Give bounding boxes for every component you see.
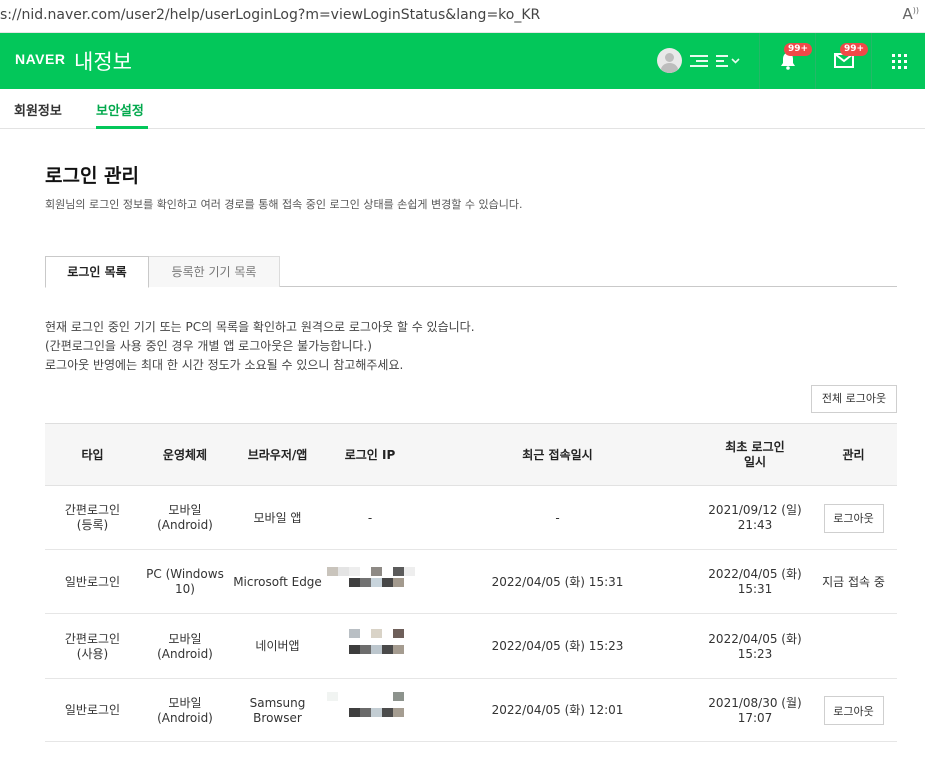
info-line: 로그아웃 반영에는 최대 한 시간 정도가 소요될 수 있으니 참고해주세요. — [45, 358, 404, 372]
apps-grid-icon — [892, 54, 907, 69]
cell-browser: Samsung Browser — [249, 695, 306, 725]
cell-first-login: 2022/04/05 (화) 15:23 — [708, 631, 802, 661]
cell-recent: - — [555, 510, 560, 525]
cell-os: 모바일 (Android) — [157, 631, 213, 661]
page-title: 로그인 관리 — [45, 165, 140, 187]
cell-recent: 2022/04/05 (화) 15:23 — [491, 639, 624, 653]
sub-navigation: 회원정보 보안설정 — [0, 89, 925, 129]
logout-button[interactable]: 로그아웃 — [823, 696, 884, 725]
cell-type: 일반로그인 — [64, 574, 121, 589]
blurred-ip — [327, 567, 417, 597]
table-row: 간편로그인 (사용) 모바일 (Android) 네이버앱 2022/04/05… — [45, 614, 897, 679]
notification-button[interactable]: 99+ — [760, 33, 816, 89]
col-os: 운영체제 — [162, 447, 208, 462]
current-session-label: 지금 접속 중 — [822, 574, 885, 589]
mail-badge: 99+ — [840, 43, 869, 56]
active-tab-underline — [96, 126, 148, 129]
table-row: 일반로그인 모바일 (Android) Samsung Browser 2022… — [45, 679, 897, 742]
cell-ip: - — [367, 510, 373, 525]
col-browser: 브라우저/앱 — [247, 447, 308, 462]
logout-all-button[interactable]: 전체 로그아웃 — [811, 385, 897, 413]
col-type: 타입 — [81, 447, 104, 462]
page-description: 회원님의 로그인 정보를 확인하고 여러 경로를 통해 접속 중인 로그인 상태… — [45, 198, 523, 211]
tab-registered-devices[interactable]: 등록한 기기 목록 — [149, 256, 280, 287]
cell-first-login: 2021/08/30 (월) 17:07 — [708, 695, 802, 725]
col-first-login: 최초 로그인 일시 — [725, 440, 785, 469]
read-aloud-icon[interactable]: A)) — [902, 5, 919, 23]
cell-os: 모바일 (Android) — [157, 695, 213, 725]
table-row: 간편로그인 (등록) 모바일 (Android) 모바일 앱 - - 2021/… — [45, 486, 897, 550]
cell-recent: 2022/04/05 (화) 12:01 — [491, 703, 624, 717]
cell-os: 모바일 (Android) — [157, 503, 213, 532]
header-title[interactable]: 내정보 — [74, 46, 132, 76]
cell-type: 일반로그인 — [64, 703, 121, 717]
cell-type: 간편로그인 (사용) — [64, 631, 121, 661]
content-tabs: 로그인 목록 등록한 기기 목록 — [45, 256, 897, 288]
col-manage: 관리 — [842, 447, 865, 462]
cell-os: PC (Windows 10) — [146, 567, 224, 596]
blurred-ip — [327, 692, 417, 722]
naver-logo[interactable]: NAVER — [15, 51, 65, 67]
cell-browser: 네이버앱 — [255, 639, 300, 653]
cell-manage — [810, 614, 897, 679]
logout-button[interactable]: 로그아웃 — [823, 503, 884, 533]
tab-login-list[interactable]: 로그인 목록 — [45, 256, 149, 288]
mail-button[interactable]: 99+ — [816, 33, 872, 89]
info-text: 현재 로그인 중인 기기 또는 PC의 목록을 확인하고 원격으로 로그아웃 할… — [45, 318, 475, 375]
avatar-icon[interactable] — [657, 48, 682, 73]
url-text[interactable]: s://nid.naver.com/user2/help/userLoginLo… — [0, 7, 540, 23]
info-line: 현재 로그인 중인 기기 또는 PC의 목록을 확인하고 원격으로 로그아웃 할… — [45, 320, 475, 334]
blurred-ip — [327, 629, 417, 659]
cell-browser: Microsoft Edge — [233, 574, 322, 589]
chevron-down-icon — [731, 58, 740, 64]
cell-first-login: 2021/09/12 (일) 21:43 — [708, 503, 802, 532]
cell-first-login: 2022/04/05 (화) 15:31 — [708, 567, 802, 596]
tab-security-settings[interactable]: 보안설정 — [96, 100, 144, 119]
table-row: 일반로그인 PC (Windows 10) Microsoft Edge 202… — [45, 550, 897, 614]
tab-member-info[interactable]: 회원정보 — [14, 100, 62, 119]
cell-recent: 2022/04/05 (화) 15:31 — [491, 574, 624, 589]
cell-type: 간편로그인 (등록) — [64, 503, 121, 532]
col-ip: 로그인 IP — [344, 447, 396, 462]
apps-button[interactable] — [872, 33, 925, 89]
col-recent: 최근 접속일시 — [522, 447, 593, 462]
bell-badge: 99+ — [784, 43, 813, 56]
top-header: NAVER 내정보 99+ 99+ — [0, 33, 925, 89]
cell-browser: 모바일 앱 — [253, 510, 302, 525]
table-header: 타입 운영체제 브라우저/앱 로그인 IP 최근 접속일시 최초 로그인 일시 … — [45, 423, 897, 486]
address-bar[interactable]: s://nid.naver.com/user2/help/userLoginLo… — [0, 0, 925, 33]
info-line: (간편로그인을 사용 중인 경우 개별 앱 로그아웃은 불가능합니다.) — [45, 339, 372, 353]
